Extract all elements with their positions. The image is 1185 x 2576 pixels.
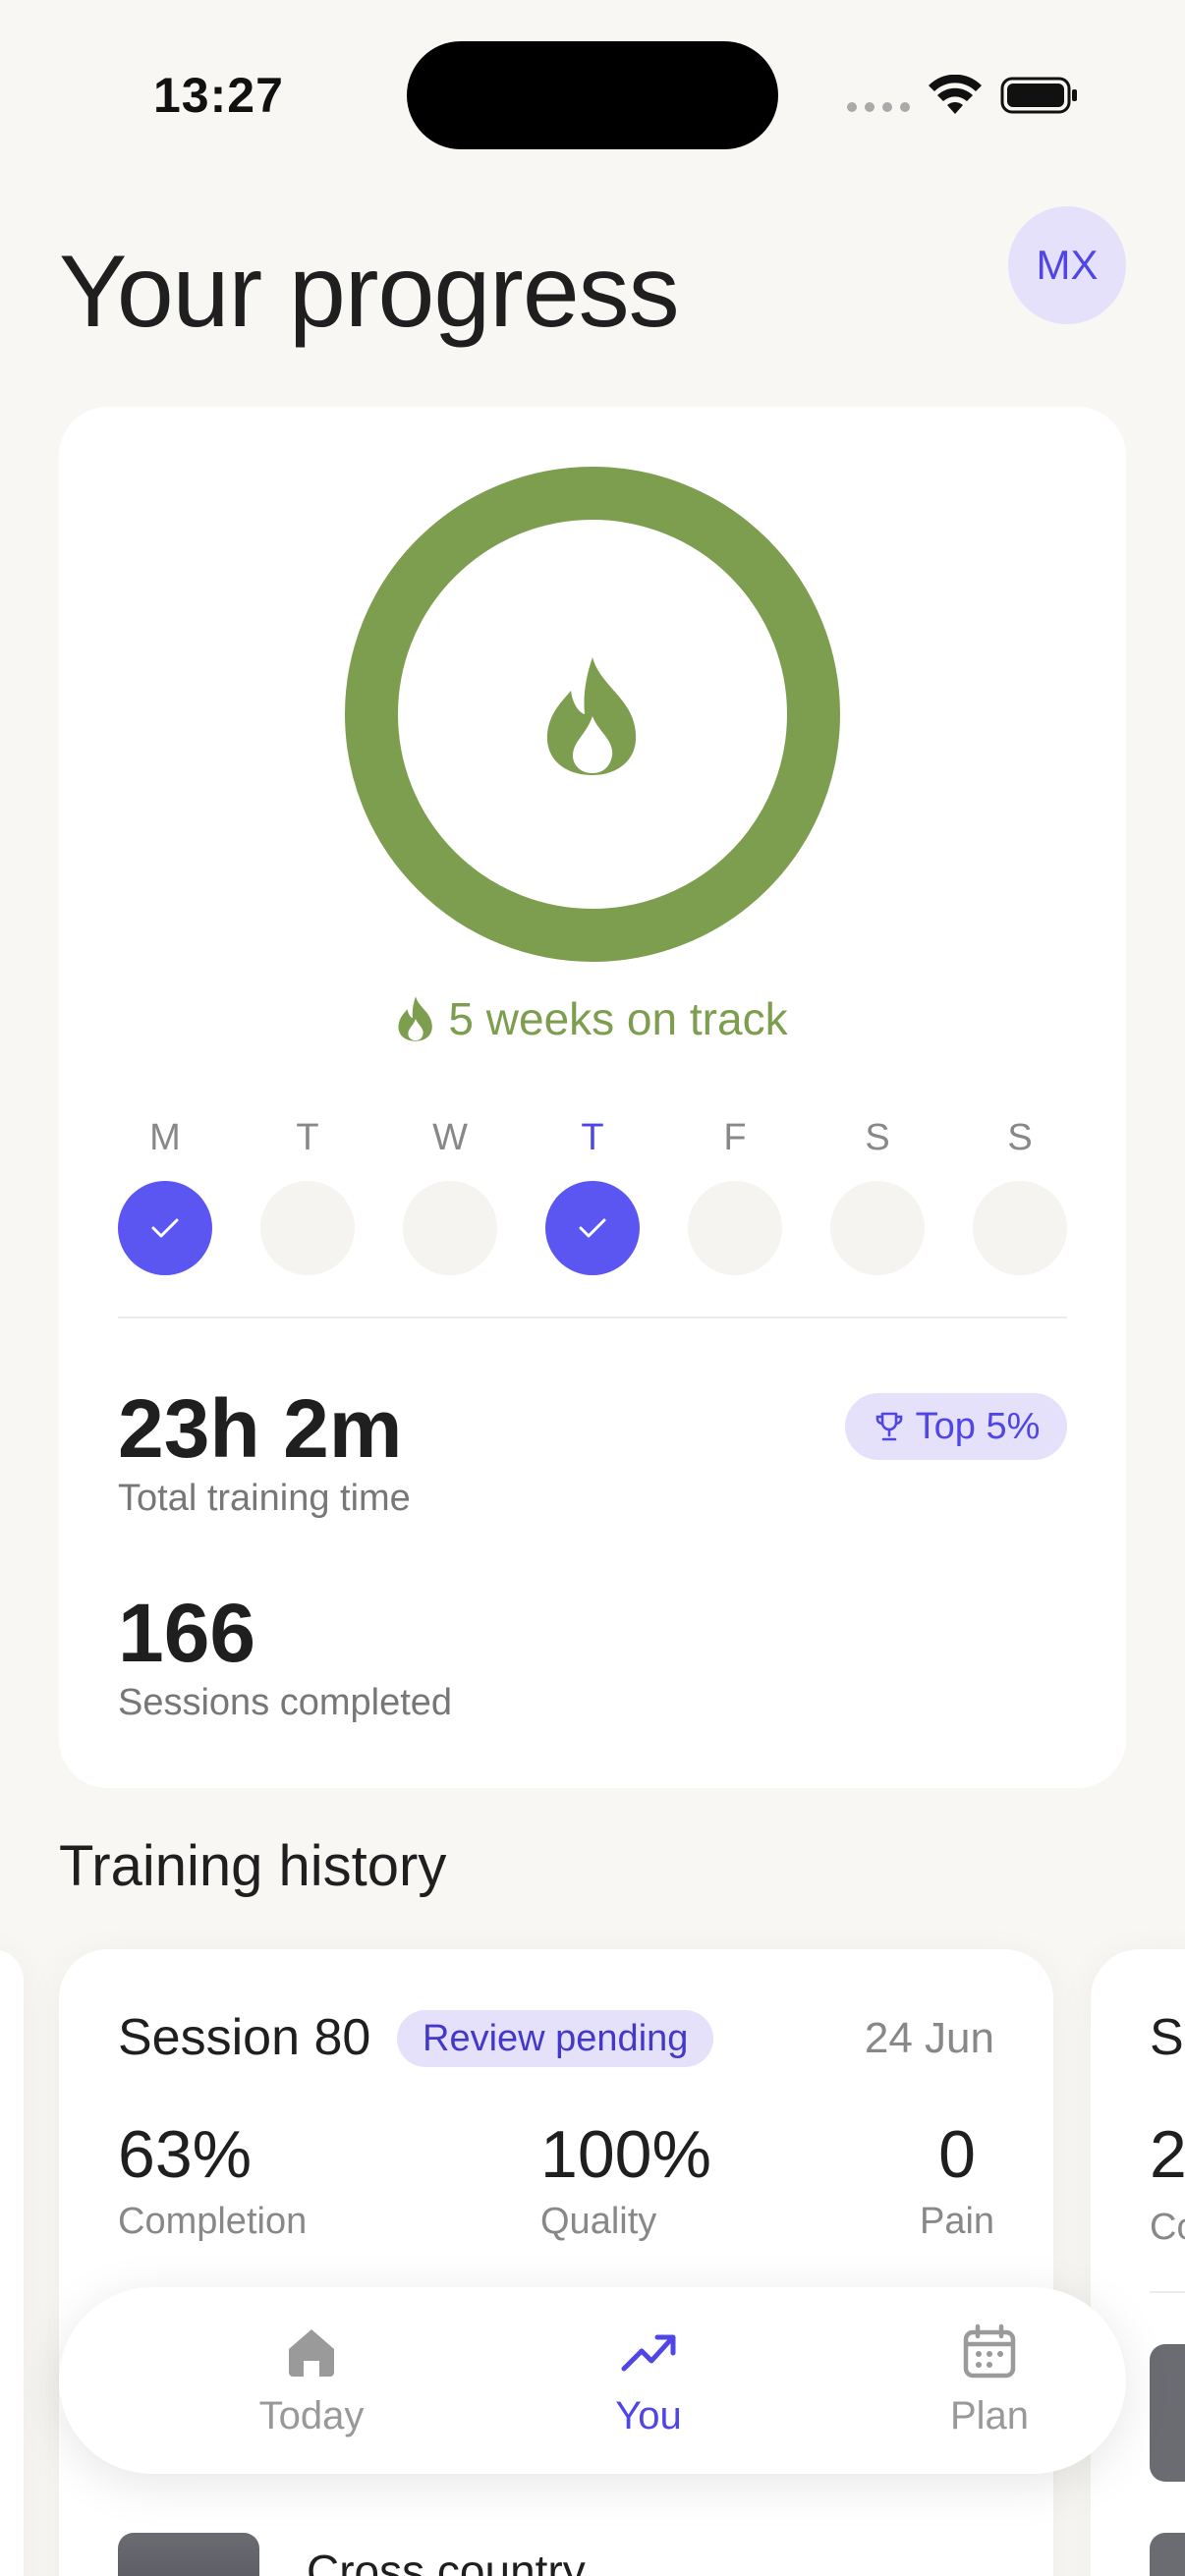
exercise-thumbnail bbox=[1150, 2533, 1185, 2576]
day-letter: T bbox=[296, 1117, 319, 1158]
battery-icon bbox=[1000, 77, 1077, 114]
metric-label: Co bbox=[1150, 2207, 1185, 2248]
total-training-time-label: Total training time bbox=[118, 1478, 411, 1519]
status-badge: Review pending bbox=[397, 2010, 714, 2067]
flame-icon bbox=[546, 657, 637, 775]
check-icon bbox=[579, 1218, 606, 1238]
day-status-empty bbox=[688, 1181, 782, 1275]
day-status-empty bbox=[260, 1181, 355, 1275]
day-letter: S bbox=[865, 1117, 890, 1158]
day-status-done bbox=[118, 1181, 212, 1275]
streak-text: 5 weeks on track bbox=[448, 993, 788, 1044]
divider bbox=[118, 1316, 1067, 1318]
wifi-icon bbox=[929, 75, 982, 114]
total-training-time: 23h 2m bbox=[118, 1382, 403, 1475]
nav-label: Plan bbox=[949, 2393, 1030, 2437]
session-title: Se bbox=[1150, 2009, 1185, 2066]
day-letter: W bbox=[432, 1117, 468, 1158]
top-percent-text: Top 5% bbox=[915, 1405, 1041, 1447]
exercise-thumbnail bbox=[1150, 2344, 1185, 2482]
check-icon bbox=[151, 1218, 179, 1238]
day-letter: T bbox=[581, 1117, 604, 1158]
day-saturday[interactable]: S bbox=[830, 1114, 925, 1275]
calendar-icon bbox=[963, 2324, 1016, 2378]
dynamic-island bbox=[407, 41, 778, 149]
session-date: 24 Jun bbox=[864, 2014, 994, 2062]
day-status-empty bbox=[830, 1181, 925, 1275]
nav-label: You bbox=[615, 2393, 682, 2437]
sessions-completed: 166 bbox=[118, 1587, 256, 1679]
day-friday[interactable]: F bbox=[688, 1114, 782, 1275]
cellular-signal-icon bbox=[847, 102, 910, 112]
next-session-card[interactable]: Se 2 Co bbox=[1091, 1949, 1185, 2576]
streak-status: 5 weeks on track bbox=[59, 992, 1126, 1045]
metric-value: 2 bbox=[1150, 2117, 1185, 2192]
trend-icon bbox=[621, 2334, 676, 2371]
day-tuesday[interactable]: T bbox=[260, 1114, 355, 1275]
metric-completion: 63% Completion bbox=[118, 2116, 307, 2243]
streak-ring bbox=[345, 467, 840, 962]
nav-today[interactable]: Today bbox=[189, 2287, 434, 2474]
day-monday[interactable]: M bbox=[118, 1114, 212, 1275]
metric-quality: 100% Quality bbox=[540, 2116, 711, 2243]
avatar[interactable]: MX bbox=[1008, 206, 1126, 324]
nav-you[interactable]: You bbox=[531, 2287, 766, 2474]
status-time: 13:27 bbox=[153, 68, 284, 123]
exercise-name: Cross country bbox=[307, 2546, 586, 2576]
day-thursday[interactable]: T bbox=[545, 1114, 640, 1275]
exercise-thumbnail bbox=[118, 2533, 259, 2576]
metric-value: 100% bbox=[540, 2117, 711, 2192]
day-letter: S bbox=[1007, 1117, 1033, 1158]
metric-label: Pain bbox=[920, 2201, 995, 2242]
session-card[interactable]: Session 80 Review pending 24 Jun 63% Com… bbox=[59, 1949, 1053, 2576]
day-status-done bbox=[545, 1181, 640, 1275]
day-sunday[interactable]: S bbox=[973, 1114, 1067, 1275]
week-tracker: M T W T F S S bbox=[118, 1114, 1067, 1275]
metric-value: 63% bbox=[118, 2117, 253, 2192]
session-title: Session 80 bbox=[118, 2009, 371, 2066]
metric-label: Completion bbox=[118, 2201, 308, 2242]
divider bbox=[1150, 2291, 1185, 2293]
flame-icon bbox=[398, 996, 433, 1041]
metric-value: 0 bbox=[938, 2117, 976, 2192]
progress-card: 5 weeks on track M T W T F S S 23h 2m To… bbox=[59, 407, 1126, 1788]
nav-label: Today bbox=[258, 2393, 365, 2437]
top-percent-badge: Top 5% bbox=[845, 1393, 1067, 1460]
home-icon bbox=[289, 2328, 334, 2377]
section-title: Training history bbox=[59, 1834, 447, 1898]
nav-plan[interactable]: Plan bbox=[867, 2287, 1112, 2474]
day-wednesday[interactable]: W bbox=[403, 1114, 497, 1275]
day-letter: F bbox=[723, 1117, 747, 1158]
day-status-empty bbox=[973, 1181, 1067, 1275]
previous-session-card[interactable] bbox=[0, 1949, 24, 2576]
sessions-completed-label: Sessions completed bbox=[118, 1682, 453, 1723]
day-letter: M bbox=[149, 1117, 181, 1158]
page-title: Your progress bbox=[59, 235, 680, 349]
metric-pain: 0 Pain bbox=[920, 2116, 994, 2243]
day-status-empty bbox=[403, 1181, 497, 1275]
trophy-icon bbox=[875, 1412, 902, 1441]
bottom-nav: Today You Plan bbox=[59, 2287, 1126, 2474]
metric-label: Quality bbox=[540, 2201, 657, 2242]
